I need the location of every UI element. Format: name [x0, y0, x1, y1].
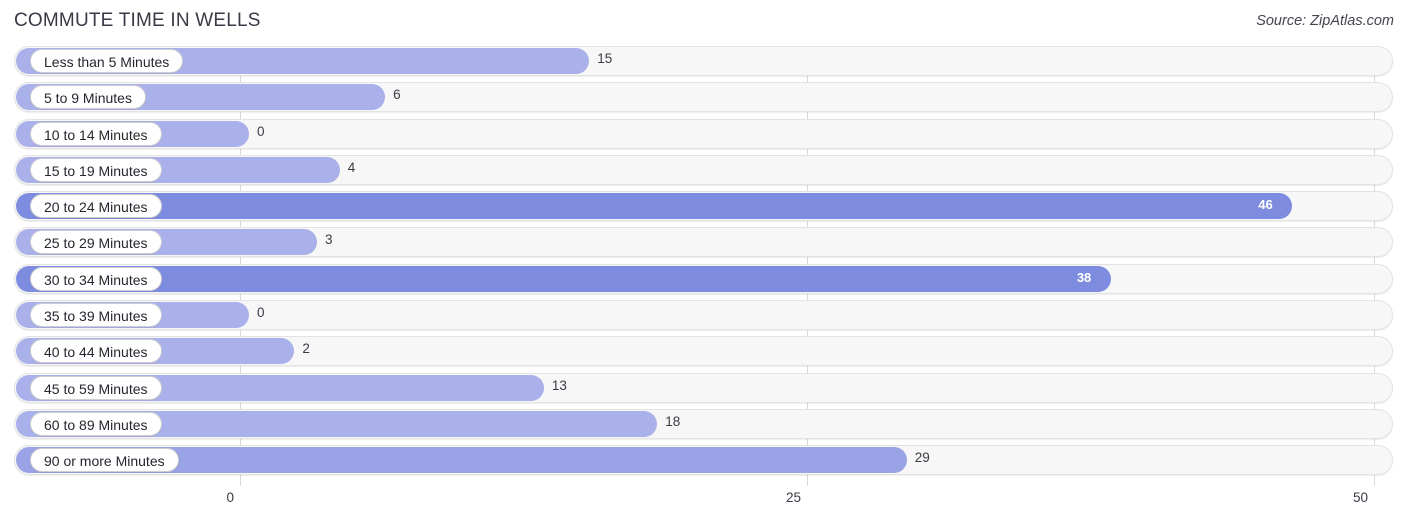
bar-value-label: 13	[551, 377, 567, 393]
bar-value-label: 2	[302, 341, 310, 357]
chart-plot-area: 15 Less than 5 Minutes 6 5 to 9 Minutes 0 10 …	[0, 46, 1406, 486]
bar-row[interactable]: 46 20 to 24 Minutes	[0, 191, 1406, 222]
bar-row[interactable]: 0 10 to 14 Minutes	[0, 118, 1406, 149]
bar-value-label: 0	[257, 123, 265, 139]
bar-value-label: 38	[1076, 269, 1092, 285]
bar-row[interactable]: 38 30 to 34 Minutes	[0, 263, 1406, 294]
bar-row[interactable]: 3 25 to 29 Minutes	[0, 227, 1406, 258]
category-label[interactable]: 10 to 14 Minutes	[30, 121, 162, 146]
category-label[interactable]: 30 to 34 Minutes	[30, 266, 162, 291]
bar-row[interactable]: 18 60 to 89 Minutes	[0, 408, 1406, 439]
category-label[interactable]: 20 to 24 Minutes	[30, 194, 162, 219]
x-tick-label: 50	[1352, 490, 1368, 505]
x-tick-label: 25	[785, 490, 801, 505]
bar-value-label: 15	[597, 51, 613, 66]
bar-value-label: 4	[347, 159, 356, 175]
bar-value-label: 6	[393, 87, 401, 103]
bar-row[interactable]: 13 45 to 59 Minutes	[0, 372, 1406, 403]
category-label[interactable]: 5 to 9 Minutes	[30, 85, 146, 110]
category-label[interactable]: 15 to 19 Minutes	[30, 157, 162, 182]
bar-value-label: 3	[325, 232, 333, 248]
bar-value-label: 46	[1258, 197, 1273, 213]
category-label[interactable]: 35 to 39 Minutes	[30, 303, 162, 328]
bar-row[interactable]: 4 15 to 19 Minutes	[0, 154, 1406, 185]
category-label[interactable]: 25 to 29 Minutes	[30, 230, 162, 255]
x-tick-label: 0	[226, 490, 234, 505]
category-label[interactable]: 90 or more Minutes	[30, 448, 179, 473]
category-label[interactable]: Less than 5 Minutes	[30, 49, 184, 73]
bar-fill	[16, 265, 1111, 292]
chart-header: COMMUTE TIME IN WELLS Source: ZipAtlas.c…	[0, 0, 1406, 46]
page-title: COMMUTE TIME IN WELLS	[14, 10, 261, 31]
bar-row[interactable]: 2 40 to 44 Minutes	[0, 336, 1406, 367]
bar-value-label: 18	[665, 413, 681, 429]
source-attribution: Source: ZipAtlas.com	[1256, 13, 1394, 29]
category-label[interactable]: 40 to 44 Minutes	[30, 339, 162, 364]
bar-row[interactable]: 0 35 to 39 Minutes	[0, 300, 1406, 331]
bar-row[interactable]: 29 90 or more Minutes	[0, 445, 1406, 476]
x-axis: 0 25 50	[0, 486, 1406, 523]
bar-value-label: 29	[914, 450, 930, 466]
bar-rows: 15 Less than 5 Minutes 6 5 to 9 Minutes 0 10 …	[0, 46, 1406, 482]
category-label[interactable]: 60 to 89 Minutes	[30, 411, 162, 436]
bar-value-label: 0	[257, 305, 265, 321]
category-label[interactable]: 45 to 59 Minutes	[30, 375, 162, 400]
bar-fill	[16, 193, 1293, 220]
bar-row[interactable]: 6 5 to 9 Minutes	[0, 82, 1406, 113]
bar-row[interactable]: 15 Less than 5 Minutes	[0, 46, 1406, 76]
